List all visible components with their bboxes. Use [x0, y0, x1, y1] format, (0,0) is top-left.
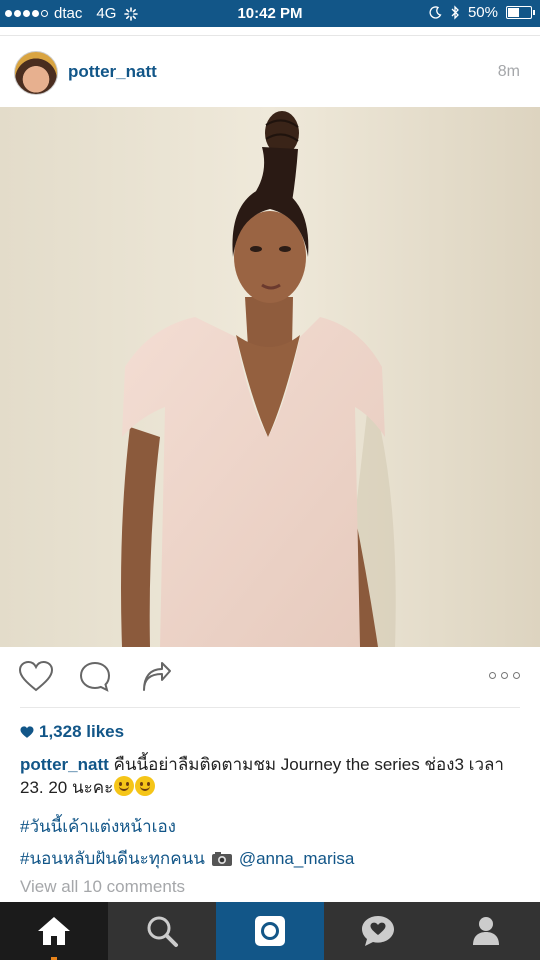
tab-activity[interactable]	[324, 902, 432, 960]
bluetooth-icon	[451, 5, 459, 20]
smile-emoji-icon	[135, 776, 156, 796]
post-actions	[0, 656, 540, 700]
status-bar: dtac 4G 10:42 PM 50%	[0, 0, 540, 27]
photo-illustration	[0, 107, 540, 647]
caption-username[interactable]: potter_natt	[20, 755, 109, 774]
heart-filled-icon	[20, 725, 34, 738]
post-header: potter_natt 8m	[0, 45, 540, 101]
camera-icon	[255, 916, 285, 946]
battery-icon	[506, 6, 535, 19]
post-photo[interactable]	[0, 107, 540, 647]
share-icon[interactable]	[138, 660, 172, 694]
post-username[interactable]: potter_natt	[68, 62, 157, 82]
tab-camera[interactable]	[216, 902, 324, 960]
home-icon	[38, 917, 70, 945]
hashtag-line: #นอนหลับฝันดีนะทุกคนน @anna_marisa	[20, 845, 354, 872]
activity-icon	[362, 916, 394, 946]
camera-emoji-icon	[211, 852, 232, 866]
tab-profile[interactable]	[432, 902, 540, 960]
divider	[0, 35, 540, 36]
mention-link[interactable]: @anna_marisa	[239, 849, 355, 869]
likes-label: 1,328 likes	[39, 722, 125, 741]
likes-count[interactable]: 1,328 likes	[20, 722, 124, 742]
comment-icon[interactable]	[78, 660, 112, 694]
heart-icon[interactable]	[18, 660, 54, 694]
battery-percent: 50%	[467, 4, 498, 21]
profile-icon	[473, 917, 499, 945]
tab-home[interactable]	[0, 902, 108, 960]
status-right: 50%	[429, 4, 535, 21]
moon-icon	[429, 6, 442, 19]
tab-bar	[0, 902, 540, 960]
more-options-icon[interactable]	[489, 672, 520, 679]
hashtag-link[interactable]: #นอนหลับฝันดีนะทุกคนน	[20, 845, 205, 872]
search-icon	[147, 916, 178, 947]
hashtag-link[interactable]: #วันนี้เค้าแต่งหน้าเอง	[20, 813, 176, 840]
post-caption: potter_natt คืนนี้อย่าลืมติดตามชม Journe…	[20, 754, 520, 799]
post-timestamp: 8m	[497, 63, 520, 80]
smile-emoji-icon	[114, 776, 135, 796]
actions-divider	[20, 707, 520, 708]
tab-search[interactable]	[108, 902, 216, 960]
avatar[interactable]	[14, 51, 58, 95]
view-comments-link[interactable]: View all 10 comments	[20, 877, 185, 897]
